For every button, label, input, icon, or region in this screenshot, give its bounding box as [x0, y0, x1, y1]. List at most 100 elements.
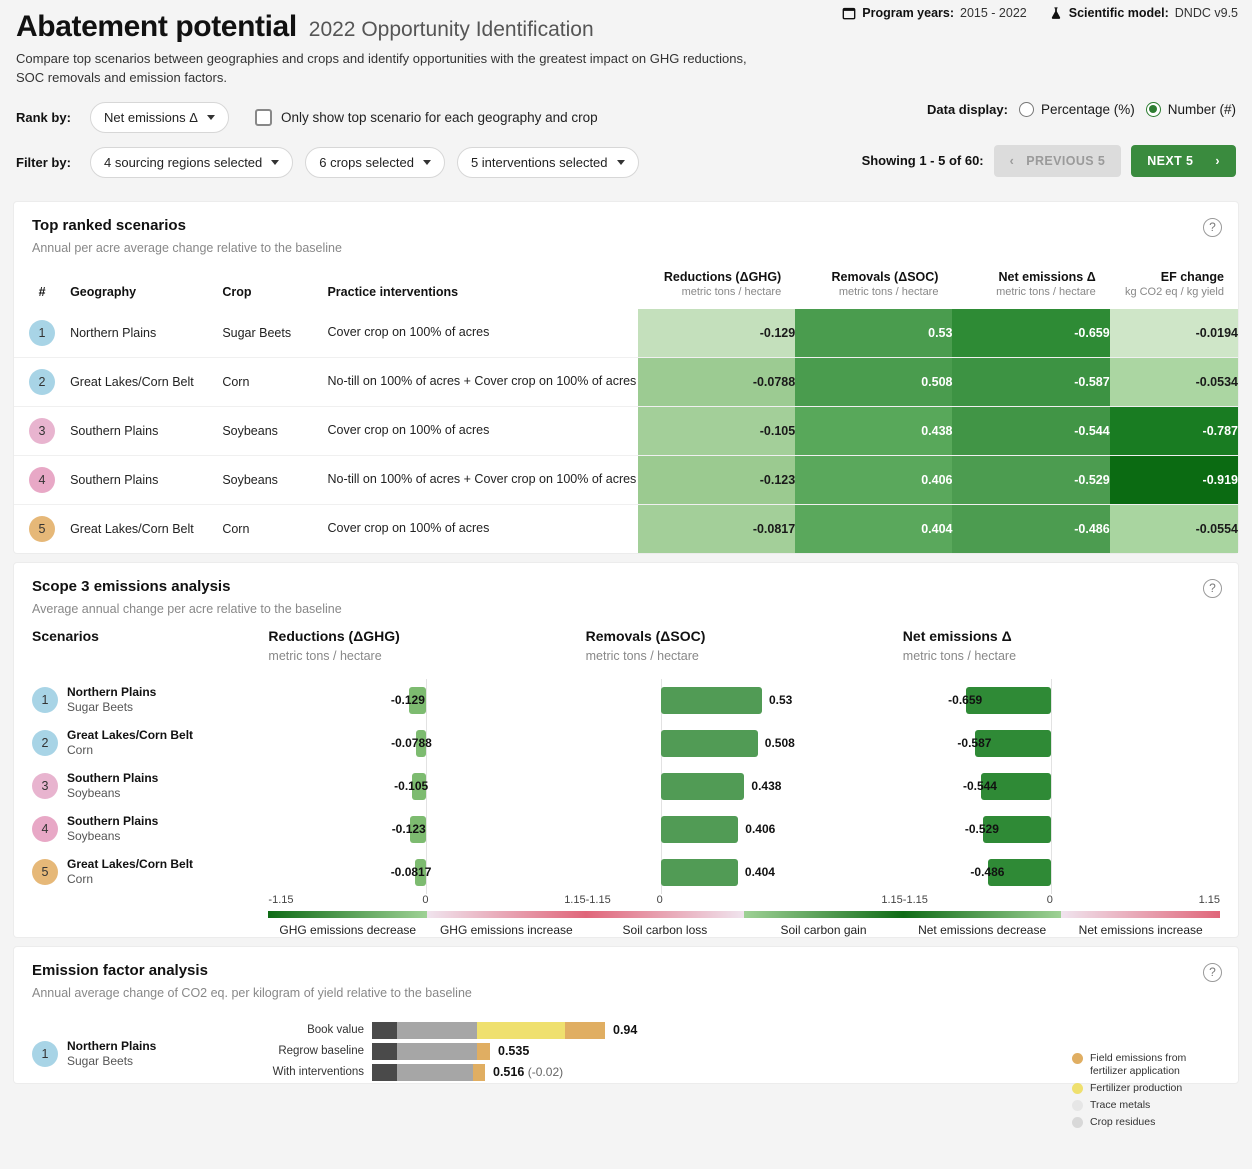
removals-cell: 0.406	[795, 454, 953, 505]
bar-value-label: 0.508	[764, 736, 795, 751]
scope3-card: ? Scope 3 emissions analysis Average ann…	[14, 562, 1238, 937]
radio-number-icon	[1145, 101, 1161, 117]
radio-number[interactable]: Number (#)	[1145, 101, 1236, 117]
chevron-down-icon	[422, 159, 431, 165]
rank-badge: 2	[32, 730, 58, 757]
col-ef-header: EF change kg CO2 eq / kg yield	[1124, 269, 1224, 298]
legend-color-swatch	[1072, 1117, 1083, 1129]
table-row[interactable]: 2 Great Lakes/Corn Belt Corn No-till on 100…	[14, 356, 1238, 407]
bar-row: -0.659	[903, 679, 1220, 722]
filter-crops[interactable]: 6 crops selected	[305, 146, 445, 178]
emission-factor-bars: Book value 0.94 Regrow baseline 0.535 With i…	[272, 1018, 637, 1083]
ef-bar-value: 0.94	[613, 1023, 638, 1038]
bar-value-label: -0.529	[964, 822, 999, 837]
rank-badge: 5	[29, 515, 56, 542]
program-years: Program years: 2015 - 2022	[842, 6, 1027, 20]
list-item[interactable]: 1 Northern Plains Sugar Beets	[32, 679, 268, 722]
axis-max-label: 1.15	[564, 893, 586, 906]
filter-interventions[interactable]: 5 interventions selected	[456, 146, 639, 178]
net-column-header: Net emissions Δ metric tons / hectare	[902, 627, 1017, 663]
col-rank-header: #	[38, 284, 46, 299]
net-emissions-cell: -0.486	[952, 503, 1110, 553]
crop-cell: Corn	[222, 356, 328, 407]
reductions-cell: -0.105	[637, 405, 796, 456]
table-row[interactable]: 4 Southern Plains Soybeans No-till on 100% …	[14, 454, 1238, 505]
col-practice-header: Practice interventions	[327, 284, 459, 299]
ef-segment-crop-residues	[372, 1042, 397, 1060]
bar-value-label: 0.53	[769, 693, 793, 708]
next-5-button[interactable]: NEXT 5 ›	[1131, 144, 1236, 177]
rank-by-dropdown[interactable]: Net emissions Δ	[90, 101, 229, 133]
bar-value-label: -0.0788	[391, 736, 432, 751]
practice-cell: No-till on 100% of acres + Cover crop on…	[327, 356, 638, 407]
reductions-column-header: Reductions (ΔGHG) metric tons / hectare	[268, 627, 400, 663]
legend-item: Fertilizer production	[1072, 1082, 1222, 1095]
plot-area: 0.53 0.508 0.438 0.406 0.404	[586, 678, 903, 894]
help-icon[interactable]: ?	[1203, 578, 1222, 598]
bar-row: -0.0788	[268, 722, 585, 765]
radio-percentage[interactable]: Percentage (%)	[1018, 101, 1135, 117]
rank-cell: 1	[14, 309, 70, 358]
help-icon[interactable]: ?	[1203, 217, 1222, 237]
emission-factor-title: Emission factor analysis	[32, 961, 208, 979]
geography-cell: Great Lakes/Corn Belt	[70, 356, 223, 407]
scenario-geography: Northern Plains	[67, 1039, 157, 1054]
removals-cell: 0.438	[795, 405, 953, 456]
geography-cell: Great Lakes/Corn Belt	[70, 503, 223, 553]
rank-badge: 4	[29, 466, 56, 493]
plot-area: -0.659 -0.587 -0.544 -0.529 -0.486	[903, 678, 1220, 894]
radio-percentage-icon	[1018, 101, 1034, 117]
checkbox-box-icon	[254, 108, 272, 126]
legend-color-swatch	[1072, 1100, 1083, 1112]
scenario-text: Southern Plains Soybeans	[67, 771, 158, 801]
axis-zero-label: 0	[656, 893, 663, 906]
scenario-crop: Sugar Beets	[67, 1054, 134, 1069]
list-item[interactable]: 3 Southern Plains Soybeans	[32, 765, 268, 808]
gradient-label-right: Net emissions increase	[1078, 922, 1203, 937]
gradient-legend	[268, 910, 586, 918]
emission-factor-scenario: 1 Northern Plains Sugar Beets	[32, 1018, 272, 1083]
axis: -1.15 0 1.15	[903, 894, 1220, 909]
flask-icon	[1049, 6, 1063, 20]
help-icon[interactable]: ?	[1203, 962, 1222, 982]
axis: -1.15 0 1.15	[268, 894, 585, 909]
controls-bar: Rank by: Net emissions Δ Only show top s…	[0, 88, 1252, 202]
page-title: Abatement potential	[16, 10, 297, 43]
scope3-scenario-list: 1 Northern Plains Sugar Beets 2 Great Lakes/…	[32, 673, 268, 937]
list-item[interactable]: 4 Southern Plains Soybeans	[32, 808, 268, 851]
filter-sourcing-regions[interactable]: 4 sourcing regions selected	[90, 146, 294, 178]
axis-min-label: -1.15	[902, 893, 928, 906]
ef-bar	[372, 1021, 605, 1039]
axis-min-label: -1.15	[268, 893, 294, 906]
col-net-header: Net emissions Δ metric tons / hectare	[996, 269, 1096, 298]
emission-factor-legend: Field emissions from fertilizer applicat…	[1072, 1052, 1222, 1134]
previous-5-button[interactable]: ‹ PREVIOUS 5	[993, 144, 1122, 177]
ef-bar-label: With interventions	[272, 1066, 364, 1079]
list-item[interactable]: 5 Great Lakes/Corn Belt Corn	[32, 851, 268, 894]
ef-change-cell: -0.787	[1109, 405, 1238, 456]
program-years-value: 2015 - 2022	[960, 6, 1027, 20]
table-row[interactable]: 5 Great Lakes/Corn Belt Corn Cover crop on …	[14, 503, 1238, 553]
bar-value-label: 0.404	[744, 865, 775, 880]
gradient-label-left: Soil carbon loss	[622, 922, 708, 937]
only-top-scenario-checkbox[interactable]: Only show top scenario for each geograph…	[254, 108, 598, 126]
scope3-header: Scope 3 emissions analysis Average annua…	[14, 563, 1238, 616]
bar-value-label: -0.123	[391, 822, 426, 837]
top-ranked-scenarios-card: ? Top ranked scenarios Annual per acre a…	[14, 201, 1238, 553]
gradient-right	[427, 910, 586, 918]
chart-reductions: -0.129 -0.0788 -0.105 -0.123 -0.0817 -1.15 0 1.…	[268, 673, 586, 937]
chevron-left-icon: ‹	[1009, 153, 1015, 168]
scenarios-table-body: 1 Northern Plains Sugar Beets Cover crop on…	[14, 308, 1238, 553]
bar-row: 0.406	[586, 808, 903, 851]
bar-value-label: -0.486	[970, 865, 1005, 880]
practice-cell: Cover crop on 100% of acres	[327, 405, 638, 456]
list-item[interactable]: 2 Great Lakes/Corn Belt Corn	[32, 722, 268, 765]
program-years-label: Program years:	[862, 6, 955, 20]
bar-row: -0.529	[903, 808, 1220, 851]
ef-bar-row: Regrow baseline 0.535	[272, 1041, 637, 1062]
table-row[interactable]: 3 Southern Plains Soybeans Cover crop on 10…	[14, 405, 1238, 456]
legend-item: Field emissions from fertilizer applicat…	[1072, 1052, 1222, 1078]
table-row[interactable]: 1 Northern Plains Sugar Beets Cover crop on…	[14, 308, 1238, 358]
gradient-right	[1061, 910, 1220, 918]
geography-cell: Northern Plains	[70, 325, 157, 340]
